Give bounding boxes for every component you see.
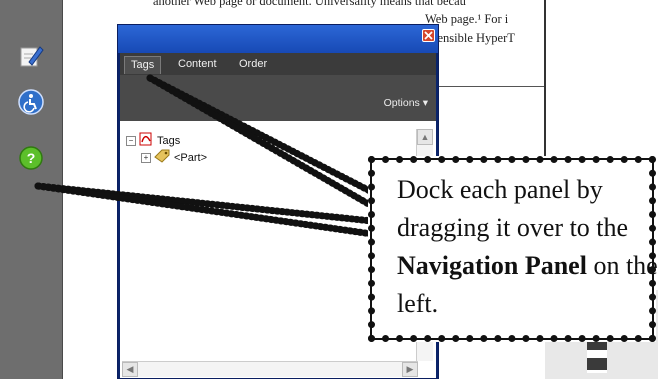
- callout-text-part: Dock each panel by dragging it over to t…: [397, 175, 629, 242]
- panel-title-bar[interactable]: [118, 25, 438, 53]
- tree-item-label: <Part>: [174, 151, 208, 164]
- edit-button[interactable]: [17, 42, 45, 70]
- instruction-callout: Dock each panel by dragging it over to t…: [368, 156, 658, 342]
- callout-bold-text: Navigation Panel: [397, 251, 587, 280]
- tree-item-tags[interactable]: − Tags: [126, 132, 181, 147]
- help-button[interactable]: ?: [17, 144, 45, 172]
- panel-tab-bar: Tags Content Order: [120, 53, 436, 75]
- tree-item-label: Tags: [157, 134, 181, 147]
- tree-item-part[interactable]: + <Part>: [141, 149, 208, 164]
- document-text-line: another Web page or document. Universali…: [153, 0, 466, 8]
- tab-tags[interactable]: Tags: [124, 56, 162, 74]
- horizontal-scrollbar[interactable]: ◀ ▶: [122, 361, 418, 377]
- options-menu-button[interactable]: Options ▾: [384, 97, 428, 109]
- navigation-panel: ?: [0, 0, 63, 379]
- scroll-left-button[interactable]: ◀: [122, 362, 138, 377]
- accessibility-button[interactable]: [17, 88, 45, 116]
- tab-content[interactable]: Content: [172, 56, 223, 73]
- close-icon: [424, 31, 433, 40]
- pdf-tags-icon: [139, 132, 153, 150]
- scroll-right-button[interactable]: ▶: [402, 362, 418, 377]
- tag-icon: [154, 149, 170, 167]
- help-icon: ?: [19, 146, 43, 170]
- callout-text: Dock each panel by dragging it over to t…: [397, 171, 658, 323]
- tab-order[interactable]: Order: [233, 56, 273, 73]
- pen-edit-icon: [20, 46, 44, 67]
- scroll-up-button[interactable]: ▲: [417, 129, 433, 145]
- accessibility-icon: [18, 89, 44, 115]
- collapse-icon[interactable]: −: [126, 136, 136, 146]
- expand-icon[interactable]: +: [141, 153, 151, 163]
- svg-text:?: ?: [27, 150, 36, 166]
- close-button[interactable]: [422, 29, 435, 42]
- panel-toolbar: Options ▾: [120, 75, 436, 121]
